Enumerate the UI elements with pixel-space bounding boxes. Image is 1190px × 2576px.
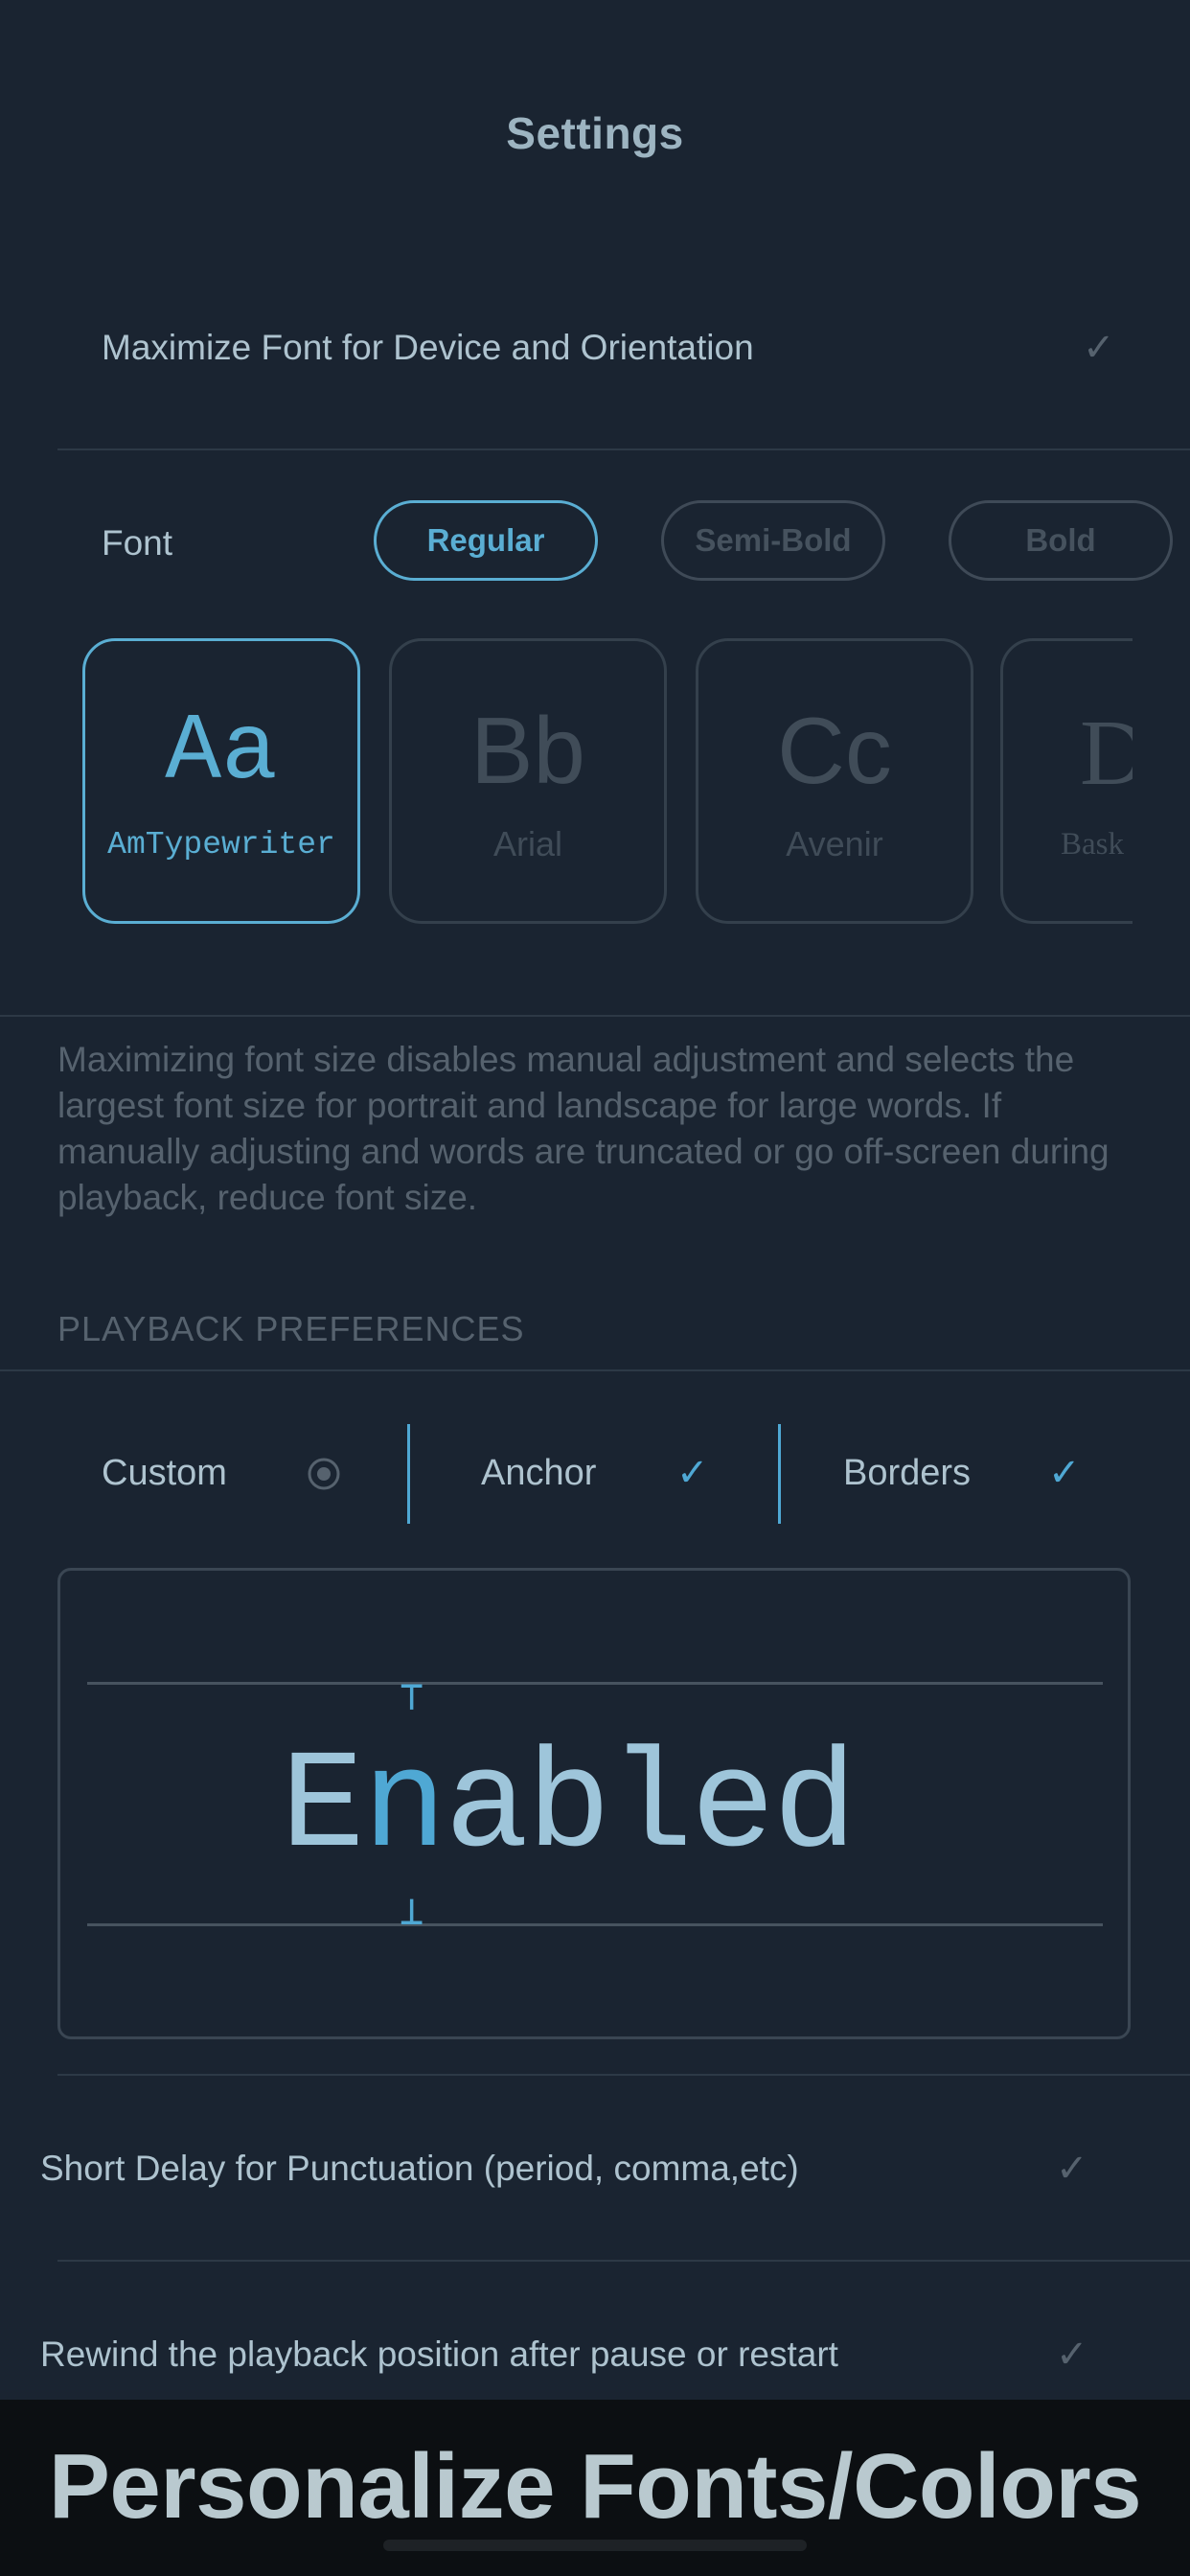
preview-prefix: E (281, 1728, 365, 1887)
segment-separator (407, 1424, 410, 1524)
font-name: Arial (492, 824, 563, 863)
punctuation-delay-row[interactable]: Short Delay for Punctuation (period, com… (0, 2128, 1190, 2214)
segment-label: Borders (843, 1453, 972, 1493)
rewind-label: Rewind the playback position after pause… (40, 2334, 838, 2374)
divider (57, 448, 1190, 450)
font-card-avenir[interactable]: Cc Avenir (696, 638, 973, 924)
font-sample: Bb (470, 698, 585, 803)
font-sample: Aa (165, 699, 278, 806)
page-title: Settings (506, 108, 684, 158)
segment-label: Anchor (481, 1453, 597, 1493)
font-card-arial[interactable]: Bb Arial (389, 638, 667, 924)
divider (0, 1015, 1190, 1017)
punctuation-delay-check-icon: ✓ (1056, 2148, 1088, 2190)
segment-borders[interactable]: Borders ✓ (782, 1424, 1165, 1524)
anchor-top-marker: ⊤ (400, 1672, 424, 1719)
font-carousel[interactable]: Aa AmTypewriter Bb Arial Cc Avenir D Bas… (0, 623, 1133, 939)
font-sample: D (1080, 701, 1133, 805)
playback-preview: ⊤ ⊥ Enabled (57, 1568, 1131, 2039)
font-card-amtypewriter[interactable]: Aa AmTypewriter (82, 638, 360, 924)
segment-custom[interactable]: Custom (77, 1424, 402, 1524)
section-header-playback: PLAYBACK PREFERENCES (57, 1309, 525, 1348)
weight-semibold-button[interactable]: Semi-Bold (661, 500, 885, 581)
rewind-row[interactable]: Rewind the playback position after pause… (0, 2313, 1190, 2400)
borders-check-icon: ✓ (1048, 1452, 1081, 1494)
font-name: Avenir (786, 824, 883, 863)
preview-suffix: abled (445, 1728, 857, 1887)
weight-regular-button[interactable]: Regular (374, 500, 598, 581)
weight-bold-button[interactable]: Bold (949, 500, 1173, 581)
punctuation-delay-label: Short Delay for Punctuation (period, com… (40, 2149, 799, 2188)
home-indicator[interactable] (383, 2540, 807, 2551)
anchor-check-icon: ✓ (676, 1452, 709, 1494)
maximize-font-check-icon: ✓ (1083, 327, 1115, 369)
maximize-font-note: Maximizing font size disables manual adj… (57, 1040, 1110, 1217)
divider (57, 2074, 1190, 2076)
rewind-check-icon: ✓ (1056, 2334, 1088, 2376)
divider (57, 2260, 1190, 2262)
bottom-border-line (87, 1923, 1103, 1926)
font-card-baskerville[interactable]: D Bask (1000, 638, 1133, 924)
font-label: Font (102, 523, 173, 563)
segment-anchor[interactable]: Anchor ✓ (412, 1424, 776, 1524)
segment-separator (778, 1424, 781, 1524)
segment-label: Custom (102, 1453, 227, 1493)
maximize-font-row[interactable]: Maximize Font for Device and Orientation… (0, 307, 1190, 393)
font-sample: Cc (777, 698, 892, 803)
preview-anchor-letter: n (362, 1728, 447, 1887)
radio-icon (308, 1458, 340, 1490)
font-name: AmTypewriter (107, 826, 335, 862)
top-border-line (87, 1682, 1103, 1685)
anchor-bottom-marker: ⊥ (400, 1887, 424, 1934)
divider (0, 1369, 1190, 1371)
maximize-font-label: Maximize Font for Device and Orientation (102, 328, 754, 367)
preview-word: Enabled (281, 1728, 857, 1887)
font-name: Bask (1061, 826, 1124, 862)
promo-banner-text: Personalize Fonts/Colors (48, 2435, 1142, 2538)
